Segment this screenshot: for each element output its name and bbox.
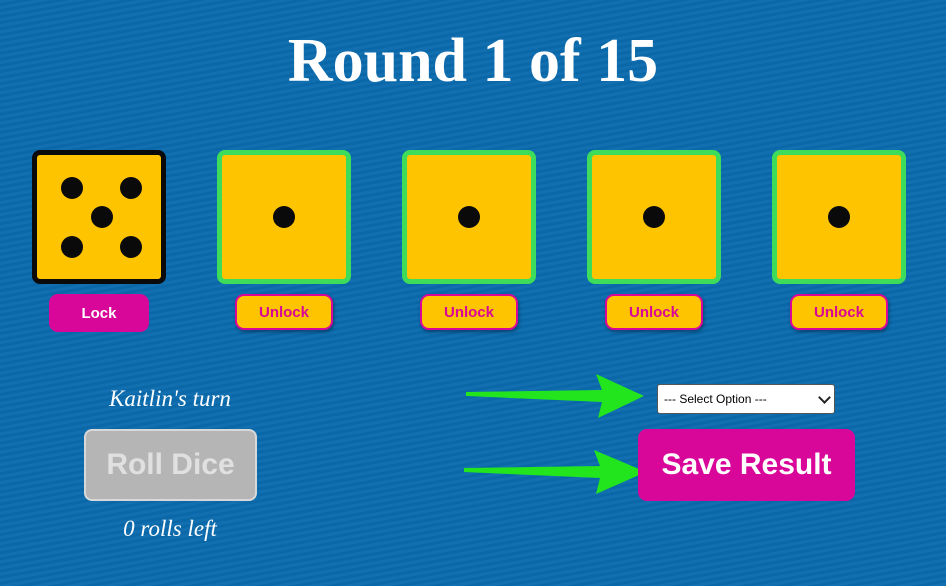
pip [643, 206, 665, 228]
arrow-right-icon [464, 450, 646, 494]
rolls-left-label: 0 rolls left [123, 516, 217, 541]
pip [61, 236, 83, 258]
die-slot-5: Unlock [772, 150, 908, 330]
save-result-button[interactable]: Save Result [638, 429, 855, 501]
die-2[interactable] [217, 150, 351, 284]
unlock-button-3[interactable]: Unlock [420, 294, 518, 330]
unlock-button-2[interactable]: Unlock [235, 294, 333, 330]
turn-label: Kaitlin's turn [109, 386, 231, 411]
chevron-down-icon [818, 391, 831, 404]
die-slot-3: Unlock [402, 150, 538, 330]
die-5[interactable] [772, 150, 906, 284]
pip [828, 206, 850, 228]
pip [458, 206, 480, 228]
pip [61, 177, 83, 199]
arrow-right-icon [466, 374, 644, 418]
die-3[interactable] [402, 150, 536, 284]
die-slot-4: Unlock [587, 150, 723, 330]
unlock-button-5[interactable]: Unlock [790, 294, 888, 330]
die-4[interactable] [587, 150, 721, 284]
pip [120, 177, 142, 199]
pip [120, 236, 142, 258]
die-slot-2: Unlock [217, 150, 353, 330]
select-selected-value: --- Select Option --- [664, 392, 767, 406]
unlock-button-4[interactable]: Unlock [605, 294, 703, 330]
round-title: Round 1 of 15 [287, 27, 659, 95]
roll-dice-button[interactable]: Roll Dice [84, 429, 257, 501]
score-option-select[interactable]: --- Select Option --- [657, 384, 835, 414]
die-1[interactable] [32, 150, 166, 284]
pip [273, 206, 295, 228]
pip [91, 206, 113, 228]
lock-button-1[interactable]: Lock [49, 294, 149, 332]
die-slot-1: Lock [32, 150, 168, 332]
